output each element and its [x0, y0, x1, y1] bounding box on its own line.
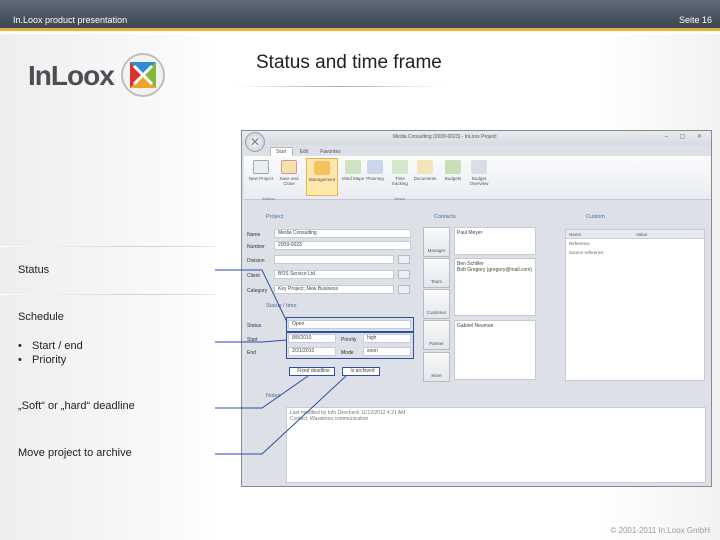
status-connector: [215, 269, 288, 323]
callout-connectors: [215, 269, 347, 455]
schedule-connector: [215, 339, 288, 343]
deadline-connector: [215, 375, 309, 409]
copyright: © 2001-2011 In.Loox GmbH: [610, 526, 710, 535]
slide: In.Loox product presentation Seite 16 In…: [0, 0, 720, 540]
archive-connector: [215, 375, 347, 455]
